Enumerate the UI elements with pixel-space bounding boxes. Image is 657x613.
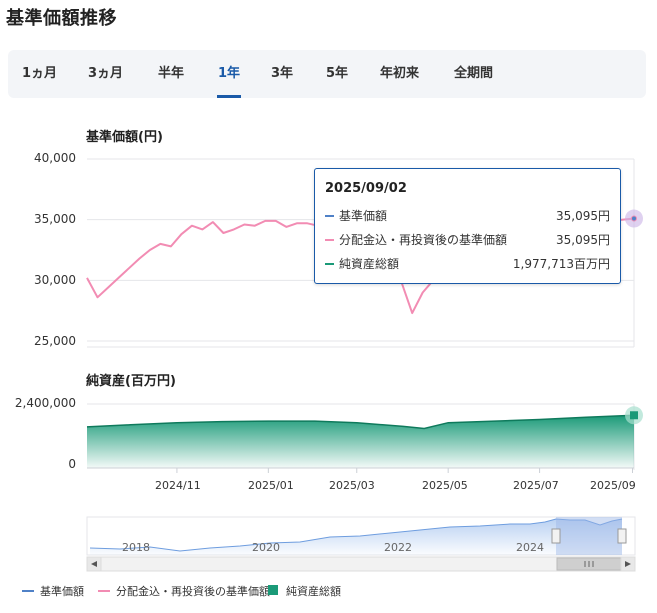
- navigator-year: 2022: [384, 541, 412, 554]
- tooltip-row-name: 純資産総額: [339, 257, 400, 271]
- navigator-year: 2020: [252, 541, 280, 554]
- navigator-year: 2024: [516, 541, 544, 554]
- reinvested-swatch: [325, 239, 334, 241]
- data-tooltip: 2025/09/02 基準価額 35,095円 分配金込・再投資後の基準価額 3…: [314, 168, 621, 284]
- tooltip-row-name: 分配金込・再投資後の基準価額: [339, 233, 508, 247]
- legend-box-icon: [268, 585, 278, 595]
- legend-label: 純資産総額: [286, 585, 341, 598]
- legend-label: 分配金込・再投資後の基準価額: [116, 585, 270, 598]
- navigator-handle: [551, 528, 561, 544]
- legend-line-icon: [98, 590, 110, 592]
- scrollbar-track: [86, 556, 636, 572]
- tooltip-row-value: 1,977,713百万円: [512, 257, 610, 271]
- tooltip-date: 2025/09/02: [325, 181, 407, 196]
- navigator-selection: [556, 517, 622, 555]
- tooltip-row-price: 基準価額 35,095円: [325, 207, 610, 225]
- tooltip-row-assets: 純資産総額 1,977,713百万円: [325, 255, 610, 273]
- assets-swatch: [325, 263, 334, 265]
- legend-label: 基準価額: [40, 585, 84, 598]
- navigator-handle: [617, 528, 627, 544]
- tooltip-row-reinvested: 分配金込・再投資後の基準価額 35,095円: [325, 231, 610, 249]
- navigator-year: 2018: [122, 541, 150, 554]
- price-point: [632, 216, 636, 221]
- chart-canvas[interactable]: [0, 0, 657, 613]
- legend-line-icon: [22, 590, 34, 592]
- tooltip-row-value: 35,095円: [556, 209, 610, 223]
- tooltip-row-name: 基準価額: [339, 209, 388, 223]
- assets-marker: [630, 411, 638, 420]
- price-swatch: [325, 215, 334, 217]
- tooltip-row-value: 35,095円: [556, 233, 610, 247]
